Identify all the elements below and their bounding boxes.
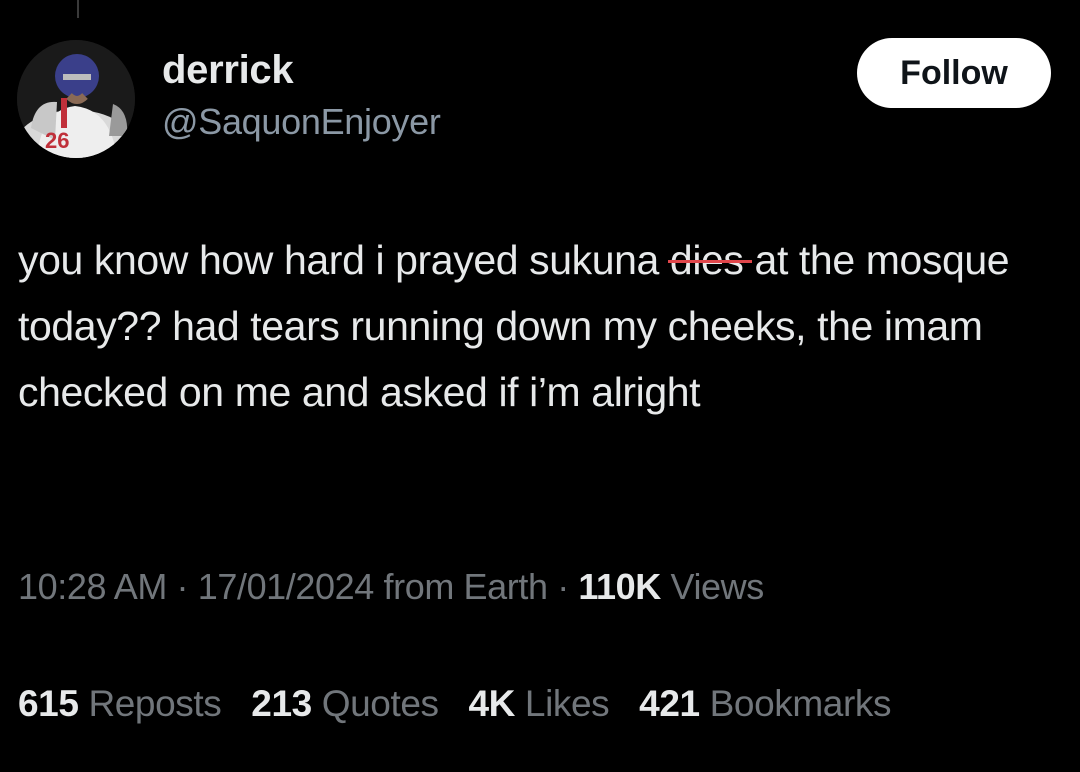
avatar-jersey-number: 26	[45, 128, 69, 153]
views-label: Views	[670, 566, 764, 607]
bookmarks-count: 421	[639, 683, 700, 724]
meta-separator: ·	[176, 566, 189, 607]
author-display-name[interactable]: derrick	[162, 48, 294, 93]
tweet-meta: 10:28 AM · 17/01/2024 from Earth · 110K …	[18, 566, 764, 608]
author-handle[interactable]: @SaquonEnjoyer	[162, 101, 441, 143]
views-count: 110K	[578, 566, 661, 607]
avatar-football-player-image: 26	[17, 40, 135, 158]
likes-label: Likes	[524, 683, 610, 724]
tweet-text-before-strike: you know how hard i prayed sukuna	[18, 237, 670, 283]
thread-connector-line	[77, 0, 79, 18]
reposts-count: 615	[18, 683, 79, 724]
bookmarks-label: Bookmarks	[709, 683, 892, 724]
reposts-label: Reposts	[88, 683, 222, 724]
engagement-stats: 615 Reposts 213 Quotes 4K Likes 421 Book…	[18, 683, 911, 725]
author-avatar[interactable]: 26	[17, 40, 135, 158]
quotes-stat[interactable]: 213 Quotes	[251, 683, 439, 725]
quotes-count: 213	[251, 683, 312, 724]
likes-count: 4K	[468, 683, 516, 724]
follow-button[interactable]: Follow	[857, 38, 1051, 108]
tweet-struck-word: dies	[667, 227, 752, 293]
likes-stat[interactable]: 4K Likes	[469, 683, 610, 725]
tweet-time[interactable]: 10:28 AM	[18, 566, 167, 607]
reposts-stat[interactable]: 615 Reposts	[18, 683, 222, 725]
tweet-body: you know how hard i prayed sukuna dies a…	[18, 227, 1068, 425]
meta-separator: ·	[557, 566, 569, 607]
tweet-source: from Earth	[383, 566, 548, 607]
tweet-date[interactable]: 17/01/2024	[198, 566, 375, 607]
quotes-label: Quotes	[321, 683, 439, 724]
bookmarks-stat[interactable]: 421 Bookmarks	[639, 683, 891, 725]
